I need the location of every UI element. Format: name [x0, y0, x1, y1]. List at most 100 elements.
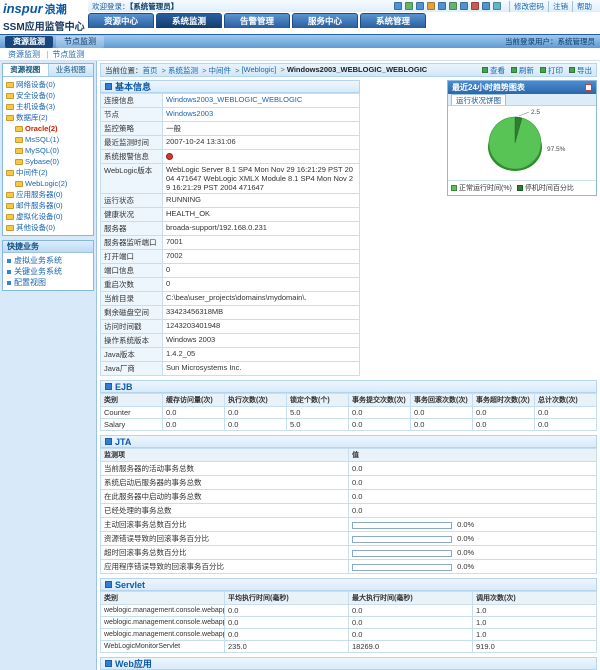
column-header: 事务回滚次数(次) [411, 394, 473, 407]
quick-links: 虚拟业务系统 关键业务系统 配置视图 [3, 253, 93, 290]
action-label: 查看 [490, 65, 505, 76]
sub-nav-tab[interactable]: 节点监测 [56, 36, 104, 48]
info-label: 监控策略 [101, 122, 163, 136]
toolbar-icon-strip [391, 2, 501, 10]
main-nav-tab[interactable]: 资源中心 [88, 13, 154, 28]
tree-item[interactable]: WebLogic(2) [4, 178, 92, 189]
sidebar-view-tab[interactable]: 资源视图 [3, 64, 49, 76]
column-header: 执行次数(次) [225, 394, 287, 407]
top-link[interactable]: 帮助 [572, 1, 596, 12]
cell: 0.0 [349, 605, 473, 617]
toolbar-icon[interactable] [471, 2, 479, 10]
breadcrumb-link[interactable]: 系统监测 [168, 66, 198, 75]
bullet-icon [7, 270, 11, 274]
tree-item[interactable]: 安全设备(0) [4, 90, 92, 101]
info-label: 服务器 [101, 222, 163, 236]
folder-icon [6, 93, 14, 99]
tree-item[interactable]: 数据库(2) [4, 112, 92, 123]
info-row: 节点 Windows2003 [101, 108, 360, 122]
toolbar-icon[interactable] [493, 2, 501, 10]
sub-nav-tab[interactable]: 资源监测 [5, 36, 53, 48]
toolbar-icon[interactable] [438, 2, 446, 10]
info-label: 当前目录 [101, 292, 163, 306]
jta-metric-value: 0.0% [349, 532, 597, 546]
tree-item[interactable]: 虚拟化设备(0) [4, 211, 92, 222]
tree-item[interactable]: 主机设备(3) [4, 101, 92, 112]
legend-label: 正常运行时间(%) [459, 183, 512, 193]
quick-link[interactable]: 配置视图 [3, 277, 93, 288]
info-row: 连接信息 Windows2003_WEBLOGIC_WEBLOGIC [101, 94, 360, 108]
breadcrumb-action[interactable]: 导出 [569, 65, 592, 76]
toolbar-icon[interactable] [482, 2, 490, 10]
tree-item[interactable]: Sybase(0) [4, 156, 92, 167]
jta-metric-label: 资源错误导致的回滚事务百分比 [101, 532, 349, 546]
ejb-name-cell: Counter [101, 407, 163, 419]
top-link[interactable]: 修改密码 [509, 1, 548, 12]
progress-value: 0.0% [457, 520, 474, 529]
sub-nav-bar: 资源监测节点监测 当前登录用户：系统管理员 [0, 34, 600, 48]
tree-item[interactable]: 网络设备(0) [4, 79, 92, 90]
info-row: 运行状态 RUNNING [101, 194, 360, 208]
top-link[interactable]: 注销 [548, 1, 572, 12]
jta-metric-value: 0.0 [349, 490, 597, 504]
secondary-menu-link[interactable]: 节点监测 [52, 50, 84, 59]
tree-item-label: 应用服务器(0) [16, 189, 63, 200]
column-header: 锁定个数(个) [287, 394, 349, 407]
info-value[interactable]: Windows2003 [166, 109, 213, 118]
main-nav-tab[interactable]: 告警管理 [224, 13, 290, 28]
info-label: 访问时间戳 [101, 320, 163, 334]
tree-item[interactable]: Oracle(2) [4, 123, 92, 134]
toolbar-icon[interactable] [394, 2, 402, 10]
column-header: 调用次数(次) [473, 592, 597, 605]
info-value[interactable]: Windows2003_WEBLOGIC_WEBLOGIC [166, 95, 302, 104]
legend-label: 停机时间百分比 [525, 183, 574, 193]
breadcrumb-link[interactable]: 首页 [143, 66, 158, 75]
info-value: 2007-10-24 13:31:06 [166, 137, 236, 146]
tree-item[interactable]: 邮件服务器(0) [4, 200, 92, 211]
toolbar-icon[interactable] [449, 2, 457, 10]
breadcrumb-action[interactable]: 打印 [540, 65, 563, 76]
table-row: 当前服务器的活动事务总数 0.0 [101, 462, 597, 476]
ejb-section-title: EJB [100, 380, 597, 393]
toolbar-icon[interactable] [405, 2, 413, 10]
quick-link[interactable]: 关键业务系统 [3, 266, 93, 277]
table-row: 在此服务器中启动的事务总数 0.0 [101, 490, 597, 504]
tree-item[interactable]: MsSQL(1) [4, 134, 92, 145]
info-value-cell: Windows2003 [163, 108, 360, 122]
breadcrumb-link[interactable]: 中间件 [208, 66, 231, 75]
quick-link[interactable]: 虚拟业务系统 [3, 255, 93, 266]
info-value: 0 [166, 265, 170, 274]
info-value: 7002 [166, 251, 183, 260]
tree-item[interactable]: MySQL(0) [4, 145, 92, 156]
tree-item-label: Sybase(0) [25, 156, 59, 167]
sidebar: 资源视图业务视图 网络设备(0) 安全设备(0) 主机设备 [0, 61, 97, 670]
info-label: 打开端口 [101, 250, 163, 264]
tree-item[interactable]: 中间件(2) [4, 167, 92, 178]
tree-item[interactable]: 应用服务器(0) [4, 189, 92, 200]
folder-icon [6, 104, 14, 110]
section-servlet: Servlet 类别平均执行时间(毫秒)最大执行时间(毫秒)调用次数(次) we… [100, 578, 597, 653]
resource-tree: 网络设备(0) 安全设备(0) 主机设备(3) 数据库(2) [3, 77, 93, 235]
table-row: Counter 0.0 0.0 5.0 0.0 0.0 0.0 0.0 [101, 407, 597, 419]
main-nav-tab[interactable]: 系统管理 [360, 13, 426, 28]
info-label: 运行状态 [101, 194, 163, 208]
quick-panel-title: 快捷业务 [3, 241, 93, 253]
toolbar-icon[interactable] [427, 2, 435, 10]
breadcrumb-prefix: 当前位置： [105, 65, 143, 76]
tree-item[interactable]: 其他设备(0) [4, 222, 92, 233]
main-nav-tab[interactable]: 服务中心 [292, 13, 358, 28]
breadcrumb-link[interactable]: Windows2003_WEBLOGIC_WEBLOGIC [287, 65, 427, 74]
info-label: Java厂商 [101, 362, 163, 376]
section-title-text: Servlet [115, 580, 145, 590]
info-value: Sun Microsystems Inc. [166, 363, 241, 372]
toolbar-icon[interactable] [416, 2, 424, 10]
breadcrumb-action[interactable]: 刷新 [511, 65, 534, 76]
sidebar-view-tab[interactable]: 业务视图 [49, 64, 94, 76]
pie-chart-tab[interactable]: 运行状况饼图 [451, 94, 506, 105]
breadcrumb-link[interactable]: [Weblogic] [241, 65, 276, 74]
panel-settings-icon[interactable] [585, 84, 592, 91]
main-nav-tab[interactable]: 系统监测 [156, 13, 222, 28]
secondary-menu-link[interactable]: 资源监测 [8, 50, 40, 59]
breadcrumb-action[interactable]: 查看 [482, 65, 505, 76]
toolbar-icon[interactable] [460, 2, 468, 10]
